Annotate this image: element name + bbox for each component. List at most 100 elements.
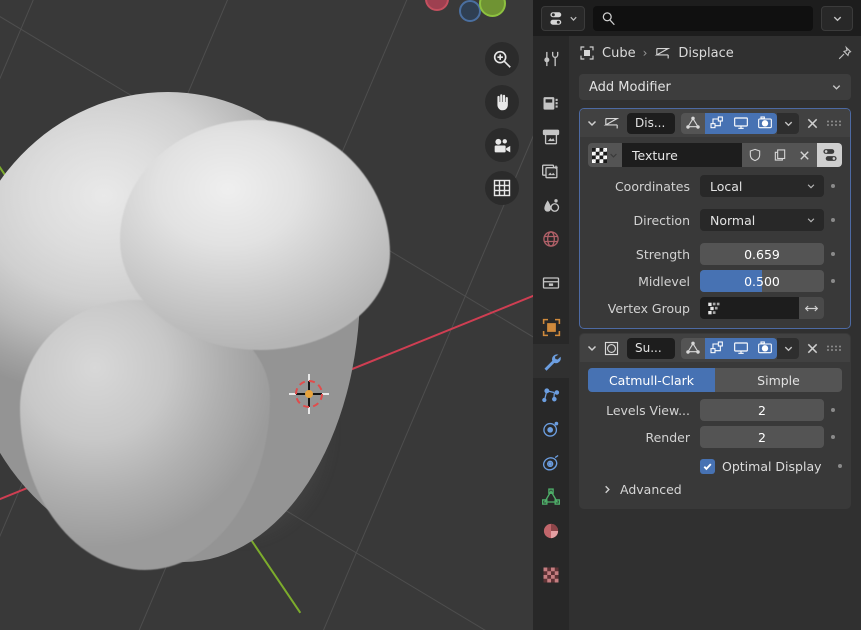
close-icon[interactable] bbox=[803, 117, 822, 130]
algorithm-catmull-clark[interactable]: Catmull-Clark bbox=[588, 368, 715, 392]
texture-properties-button[interactable] bbox=[817, 143, 842, 167]
render-levels-value: 2 bbox=[758, 429, 766, 445]
3d-cursor-tick bbox=[308, 407, 310, 414]
gizmo-axis-y-negative[interactable] bbox=[459, 0, 481, 22]
zoom-in-icon[interactable] bbox=[485, 42, 519, 76]
grip-dots-icon[interactable] bbox=[826, 118, 844, 128]
show-in-viewport-toggle[interactable] bbox=[729, 112, 754, 134]
navigation-gizmo[interactable] bbox=[421, 0, 511, 42]
animate-property-decorator[interactable] bbox=[824, 279, 842, 283]
close-icon[interactable] bbox=[803, 342, 822, 355]
sidebar-item-output[interactable] bbox=[533, 120, 569, 154]
field-row-optimal-display: Optimal Display bbox=[588, 455, 842, 477]
vertex-group-input[interactable] bbox=[700, 297, 799, 319]
animate-property-decorator[interactable] bbox=[824, 184, 842, 188]
animate-property-decorator[interactable] bbox=[824, 408, 842, 412]
modifier-header-subdivision[interactable]: Su... bbox=[580, 334, 850, 362]
levels-viewport-input[interactable]: 2 bbox=[700, 399, 824, 421]
3d-viewport[interactable] bbox=[0, 0, 533, 630]
camera-icon[interactable] bbox=[485, 128, 519, 162]
animate-property-decorator[interactable] bbox=[838, 464, 842, 468]
properties-icon bbox=[822, 149, 837, 161]
animate-property-decorator[interactable] bbox=[824, 252, 842, 256]
check-icon bbox=[703, 462, 712, 470]
show-in-edit-mode-toggle[interactable] bbox=[705, 112, 730, 134]
modifier-body-subdivision: Catmull-Clark Simple Levels View... 2 Re… bbox=[580, 362, 850, 508]
midlevel-slider[interactable]: 0.500 bbox=[700, 270, 824, 292]
show-in-render-toggle[interactable] bbox=[753, 112, 778, 134]
subdivision-algorithm-toggle: Catmull-Clark Simple bbox=[588, 368, 842, 392]
modifier-panel-subdivision: Su... Catmull-Clark Simple Levels View..… bbox=[579, 333, 851, 509]
sidebar-item-material[interactable] bbox=[533, 514, 569, 548]
sidebar-item-view-layer[interactable] bbox=[533, 154, 569, 188]
modifier-header-displace[interactable]: Dis... bbox=[580, 109, 850, 137]
texture-name-input[interactable]: Texture bbox=[622, 143, 742, 167]
animate-property-decorator[interactable] bbox=[824, 435, 842, 439]
modifier-name-text: Dis... bbox=[635, 116, 666, 130]
vertex-icon bbox=[686, 341, 701, 354]
show-in-edit-mode-toggle[interactable] bbox=[705, 337, 730, 359]
sidebar-item-collection[interactable] bbox=[533, 266, 569, 300]
render-levels-label: Render bbox=[645, 429, 690, 445]
modifier-extras-button[interactable] bbox=[777, 112, 800, 134]
3d-cursor[interactable] bbox=[289, 374, 329, 414]
modifier-extras-button[interactable] bbox=[777, 337, 800, 359]
levels-viewport-value: 2 bbox=[758, 402, 766, 418]
pin-icon[interactable] bbox=[836, 45, 853, 62]
advanced-label: Advanced bbox=[620, 482, 682, 497]
advanced-subpanel-header[interactable]: Advanced bbox=[588, 477, 842, 499]
sidebar-item-constraints[interactable] bbox=[533, 446, 569, 480]
vertex-group-invert-button[interactable] bbox=[799, 297, 824, 319]
breadcrumb-object-name[interactable]: Cube bbox=[602, 46, 636, 61]
strength-slider[interactable]: 0.659 bbox=[700, 243, 824, 265]
properties-content: Cube › Displace Add Modifier Dis... Text… bbox=[569, 36, 861, 630]
sidebar-item-render[interactable] bbox=[533, 86, 569, 120]
coordinates-dropdown[interactable]: Local bbox=[700, 175, 824, 197]
properties-options-button[interactable] bbox=[821, 5, 853, 31]
sidebar-item-object[interactable] bbox=[533, 310, 569, 344]
texture-browse-button[interactable] bbox=[588, 143, 622, 167]
displaced-mesh-lobe-upper bbox=[120, 120, 390, 350]
object-icon bbox=[542, 318, 560, 336]
chevron-down-icon[interactable] bbox=[586, 342, 598, 354]
3d-cursor-dot bbox=[305, 390, 313, 398]
sidebar-item-modifiers[interactable] bbox=[533, 344, 569, 378]
unlink-texture-button[interactable] bbox=[792, 143, 817, 167]
hand-icon[interactable] bbox=[485, 85, 519, 119]
chevron-down-icon[interactable] bbox=[586, 117, 598, 129]
gizmo-axis-x-negative[interactable] bbox=[425, 0, 449, 11]
algorithm-simple[interactable]: Simple bbox=[715, 368, 842, 392]
show-on-cage-toggle[interactable] bbox=[681, 112, 706, 134]
search-input[interactable] bbox=[593, 5, 813, 31]
optimal-display-checkbox[interactable] bbox=[700, 458, 715, 474]
animate-property-decorator[interactable] bbox=[824, 218, 842, 222]
grid-icon[interactable] bbox=[485, 171, 519, 205]
show-in-viewport-toggle[interactable] bbox=[729, 337, 754, 359]
render-levels-input[interactable]: 2 bbox=[700, 426, 824, 448]
modifier-name-input[interactable]: Dis... bbox=[627, 112, 676, 134]
sidebar-item-physics[interactable] bbox=[533, 412, 569, 446]
show-on-cage-toggle[interactable] bbox=[681, 337, 706, 359]
displace-icon bbox=[655, 47, 671, 58]
sidebar-item-particles[interactable] bbox=[533, 378, 569, 412]
sidebar-item-texture[interactable] bbox=[533, 558, 569, 592]
direction-dropdown[interactable]: Normal bbox=[700, 209, 824, 231]
optimal-display-label[interactable]: Optimal Display bbox=[722, 459, 822, 474]
sidebar-item-data[interactable] bbox=[533, 480, 569, 514]
gizmo-axis-z-positive[interactable] bbox=[479, 0, 506, 17]
sidebar-item-tool[interactable] bbox=[533, 42, 569, 76]
add-modifier-button[interactable]: Add Modifier bbox=[579, 74, 851, 100]
editor-type-button[interactable] bbox=[541, 5, 585, 31]
chevron-down-icon bbox=[831, 82, 842, 93]
show-in-render-toggle[interactable] bbox=[753, 337, 778, 359]
vertex-group-icon bbox=[708, 302, 720, 314]
grip-dots-icon[interactable] bbox=[826, 343, 844, 353]
close-icon bbox=[800, 150, 809, 160]
sidebar-item-world[interactable] bbox=[533, 222, 569, 256]
fake-user-button[interactable] bbox=[742, 143, 767, 167]
modifier-name-input[interactable]: Su... bbox=[627, 337, 676, 359]
new-texture-button[interactable] bbox=[767, 143, 792, 167]
displace-icon bbox=[603, 115, 620, 132]
breadcrumb-modifier-name[interactable]: Displace bbox=[678, 46, 733, 61]
sidebar-item-scene[interactable] bbox=[533, 188, 569, 222]
